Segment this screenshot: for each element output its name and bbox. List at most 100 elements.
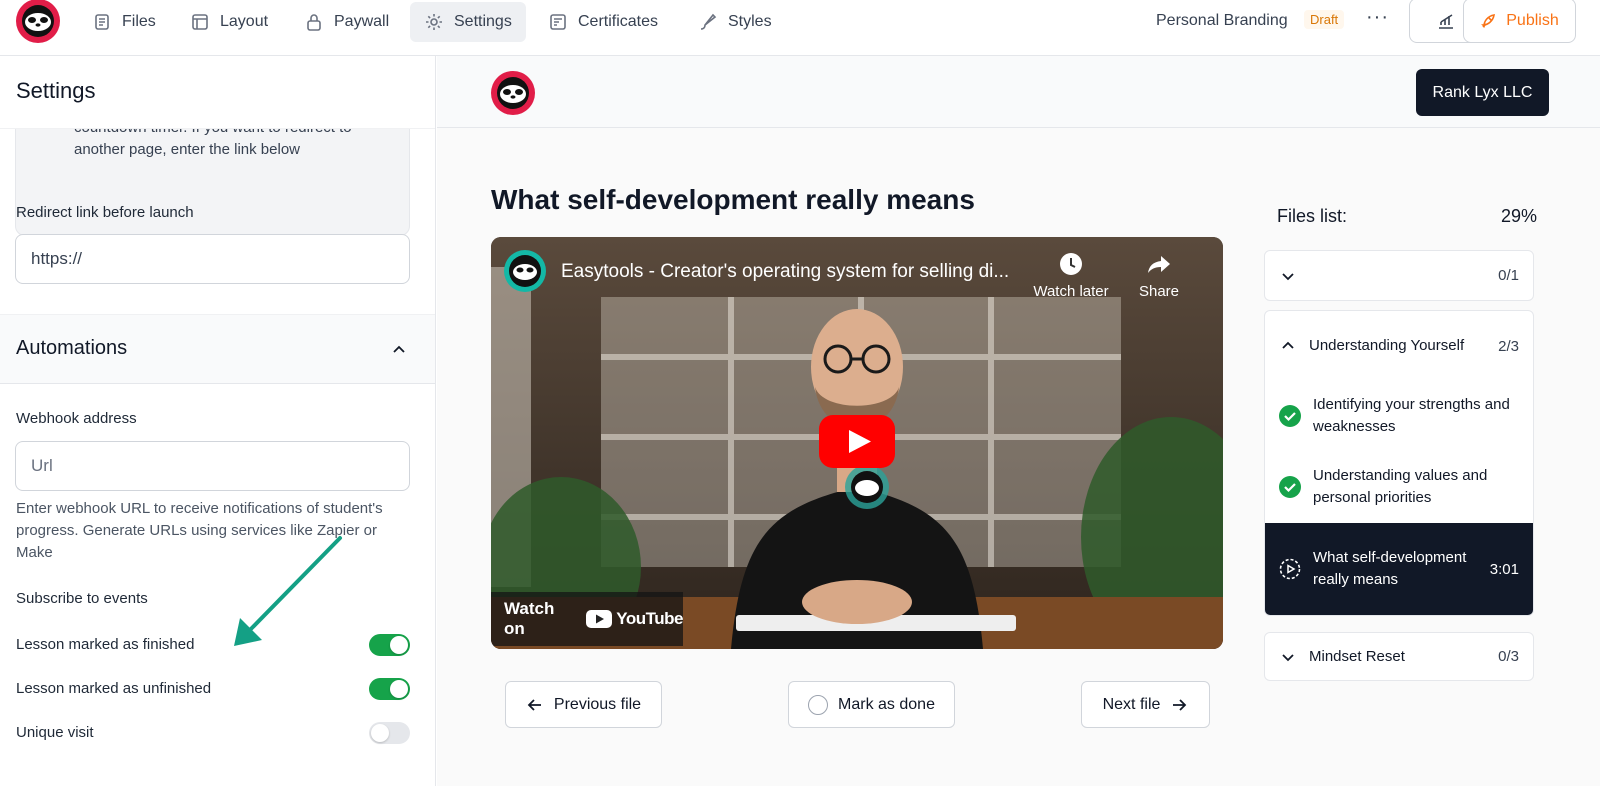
arrow-right-icon: [1173, 698, 1187, 711]
webhook-label: Webhook address: [16, 410, 137, 427]
rocket-icon: [1481, 13, 1496, 28]
module-card-expanded[interactable]: Understanding Yourself 2/3 Identifying y…: [1264, 310, 1534, 616]
lesson-title: What self-development really means: [491, 184, 975, 215]
lesson-duration: 3:01: [1489, 560, 1519, 578]
automations-section-header[interactable]: Automations: [0, 314, 435, 384]
youtube-label: YouTube: [616, 609, 683, 628]
video-player[interactable]: Easytools - Creator's operating system f…: [491, 237, 1223, 649]
event-toggle-unique-visit[interactable]: [369, 722, 410, 744]
module-count: 2/3: [1498, 337, 1519, 355]
module-card[interactable]: Mindset Reset 0/3: [1264, 632, 1534, 681]
lesson-title: What self-development really means: [1313, 549, 1467, 588]
nav-layout-label: Layout: [220, 13, 269, 30]
lesson-title: Identifying your strengths and weaknesse…: [1313, 396, 1510, 435]
nav-styles-label: Styles: [728, 13, 772, 30]
brush-icon: [700, 13, 717, 30]
play-icon[interactable]: [819, 415, 895, 468]
files-icon: [95, 14, 109, 30]
nav-styles[interactable]: Styles: [684, 2, 786, 42]
radio-circle-icon: [808, 694, 829, 715]
redirect-link-input[interactable]: [15, 234, 410, 284]
youtube-play-icon: [586, 610, 613, 628]
nav-settings[interactable]: Settings: [410, 2, 526, 42]
nav-paywall-label: Paywall: [334, 13, 390, 30]
event-toggle-lesson-finished[interactable]: [369, 634, 410, 656]
toggle-knob: [390, 680, 408, 698]
settings-title: Settings: [16, 78, 96, 103]
nav-certificates-label: Certificates: [578, 13, 659, 30]
channel-avatar-icon[interactable]: [503, 249, 547, 293]
lock-icon: [307, 14, 321, 31]
module-row[interactable]: Understanding Yourself 2/3: [1265, 311, 1533, 381]
previous-file-label: Previous file: [553, 695, 642, 713]
video-title[interactable]: Easytools - Creator's operating system f…: [561, 261, 1009, 283]
toggle-knob: [390, 636, 408, 654]
publish-label: Publish: [1506, 11, 1559, 29]
mark-as-done-button[interactable]: Mark as done: [788, 681, 955, 728]
more-options-button[interactable]: ···: [1366, 6, 1389, 29]
nav-files-label: Files: [122, 13, 156, 30]
nav-certificates[interactable]: Certificates: [534, 2, 672, 42]
watch-later-label: Watch later: [1033, 283, 1109, 300]
lesson-item-active[interactable]: What self-development really means 3:01: [1265, 523, 1533, 615]
lesson-title: Understanding values and personal priori…: [1313, 467, 1488, 506]
chevron-up-icon[interactable]: [390, 341, 408, 359]
layout-icon: [192, 14, 208, 30]
check-circle-icon: [1279, 405, 1301, 427]
event-label: Unique visit: [16, 724, 94, 741]
info-text-line: another page, enter the link below: [74, 141, 300, 158]
module-title: Understanding Yourself: [1309, 337, 1465, 354]
chevron-down-icon: [1282, 653, 1294, 661]
nav-files[interactable]: Files: [78, 2, 170, 42]
next-file-button[interactable]: Next file: [1081, 681, 1210, 728]
next-file-label: Next file: [1102, 695, 1161, 713]
project-name: Personal Branding: [1156, 12, 1288, 29]
files-list-header: Files list: 29%: [1277, 206, 1537, 227]
video-play-icon: [1279, 558, 1301, 580]
lesson-item[interactable]: Understanding values and personal priori…: [1265, 451, 1533, 523]
sloth-logo-icon[interactable]: [15, 0, 61, 44]
previous-file-button[interactable]: Previous file: [505, 681, 662, 728]
watch-on-youtube-button[interactable]: Watch on YouTube: [491, 592, 683, 646]
module-row[interactable]: Mindset Reset 0/3: [1265, 633, 1533, 680]
automations-title: Automations: [16, 337, 128, 359]
top-bar: Files Layout Paywall Settings Certificat…: [0, 0, 1600, 56]
nav-settings-label: Settings: [454, 13, 512, 30]
module-count: 0/1: [1498, 267, 1519, 284]
mark-as-done-label: Mark as done: [838, 695, 935, 713]
divider: [0, 128, 435, 129]
chart-icon: [1438, 13, 1453, 29]
event-label: Lesson marked as finished: [16, 636, 195, 653]
subscribe-label: Subscribe to events: [16, 590, 148, 607]
share-icon: [1148, 256, 1170, 273]
files-list-label: Files list:: [1277, 206, 1348, 226]
event-toggle-lesson-unfinished[interactable]: [369, 678, 410, 700]
share-button[interactable]: Share: [1114, 251, 1204, 300]
lesson-item[interactable]: Identifying your strengths and weaknesse…: [1265, 381, 1533, 451]
files-progress: 29%: [1500, 206, 1537, 226]
event-label: Lesson marked as unfinished: [16, 680, 212, 697]
sloth-logo-icon: [491, 71, 535, 115]
nav-layout[interactable]: Layout: [176, 2, 282, 42]
youtube-logo: YouTube: [586, 609, 683, 629]
gear-icon: [426, 14, 442, 30]
check-circle-icon: [1279, 476, 1301, 498]
arrow-left-icon: [527, 698, 541, 711]
course-preview: Rank Lyx LLC What self-development reall…: [437, 56, 1600, 786]
settings-panel[interactable]: countdown timer. If you want to redirect…: [0, 56, 436, 786]
nav-paywall[interactable]: Paywall: [290, 2, 403, 42]
publish-button[interactable]: Publish: [1463, 0, 1576, 43]
chevron-down-icon: [1282, 272, 1294, 280]
status-badge: Draft: [1304, 10, 1345, 29]
brand-button[interactable]: Rank Lyx LLC: [1416, 69, 1549, 116]
chevron-up-icon: [1282, 341, 1294, 349]
webhook-url-input[interactable]: [15, 441, 410, 491]
module-count: 0/3: [1498, 648, 1519, 665]
toggle-knob: [371, 724, 389, 742]
module-card[interactable]: 0/1: [1264, 250, 1534, 301]
preview-header: Rank Lyx LLC: [437, 56, 1600, 128]
watch-later-button[interactable]: Watch later: [1026, 251, 1116, 300]
certificate-icon: [550, 14, 566, 30]
module-row[interactable]: 0/1: [1265, 251, 1533, 300]
annotation-arrow-icon: [234, 536, 342, 646]
